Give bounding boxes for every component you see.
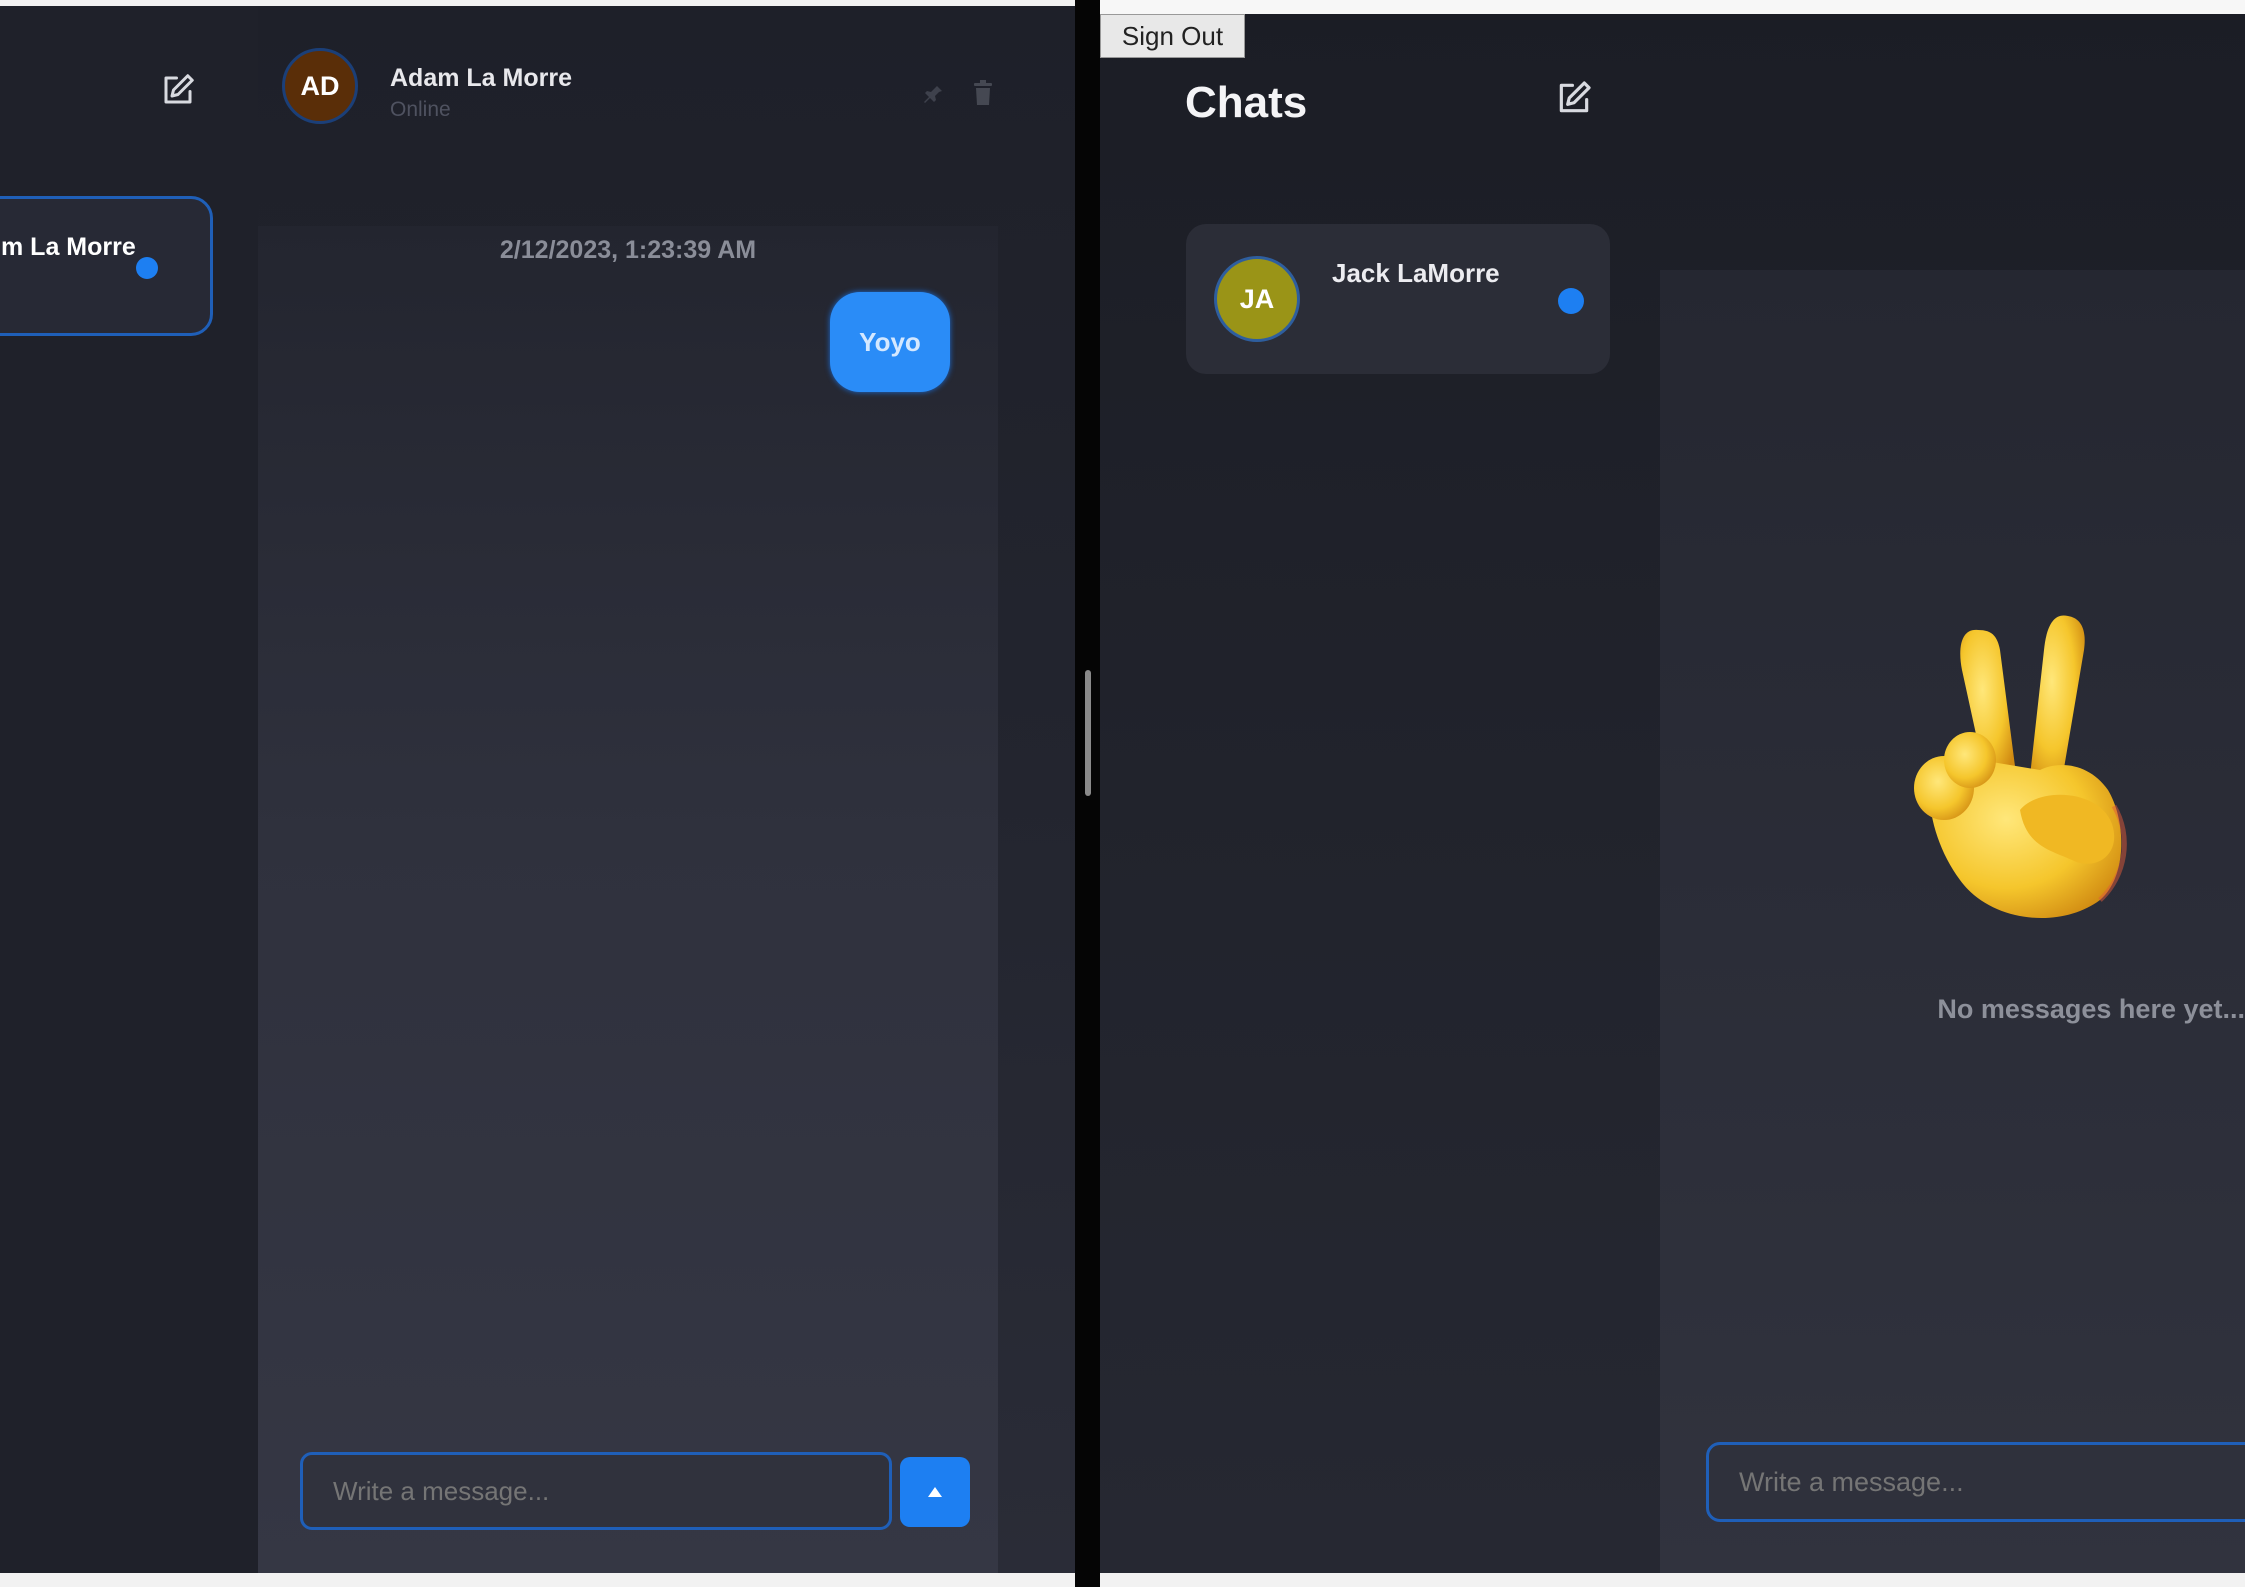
split-screen: m La Morre AD Adam La Morre Online 2/12/… (0, 0, 2245, 1587)
left-chat-window: m La Morre AD Adam La Morre Online 2/12/… (0, 6, 1075, 1573)
unread-indicator (1558, 288, 1584, 314)
page-title: Chats (1185, 78, 1308, 127)
resize-handle[interactable] (1085, 670, 1091, 796)
window-top-edge (1100, 0, 2245, 14)
window-bottom-edge (0, 1573, 2245, 1587)
victory-hand-emoji (1914, 615, 2127, 919)
chat-list-item[interactable]: JA Jack LaMorre (1186, 224, 1610, 374)
message-input[interactable] (300, 1452, 892, 1530)
message-thread: 2/12/2023, 1:23:39 AM Yoyo (258, 226, 998, 1573)
unread-indicator (136, 257, 158, 279)
divider-bottom (1075, 1573, 1100, 1587)
contact-name: Adam La Morre (390, 64, 572, 92)
pin-icon[interactable] (918, 80, 948, 110)
sign-out-button[interactable]: Sign Out (1100, 14, 1245, 58)
chat-list-item-name: m La Morre (1, 233, 136, 261)
chat-list-item-active[interactable]: m La Morre (0, 196, 213, 336)
empty-state-text: No messages here yet... (1937, 994, 2245, 1024)
trash-icon[interactable] (968, 78, 998, 108)
edit-icon[interactable] (158, 70, 198, 110)
message-timestamp: 2/12/2023, 1:23:39 AM (499, 236, 757, 264)
avatar: JA (1214, 256, 1300, 342)
chat-list-item-name: Jack LaMorre (1332, 258, 1500, 288)
edit-icon[interactable] (1554, 78, 1594, 118)
empty-conversation: No messages here yet... (1660, 270, 2245, 1573)
message-input[interactable] (1706, 1442, 2245, 1522)
avatar[interactable]: AD (282, 48, 358, 124)
message-bubble-sent: Yoyo (830, 292, 950, 392)
contact-status: Online (390, 98, 451, 121)
send-button[interactable] (900, 1457, 970, 1527)
chat-sidebar: m La Morre (0, 6, 258, 1573)
arrow-up-icon (928, 1487, 942, 1497)
right-chat-window: Sign Out Chats JA Jack LaMorre No messag… (1100, 0, 2245, 1573)
